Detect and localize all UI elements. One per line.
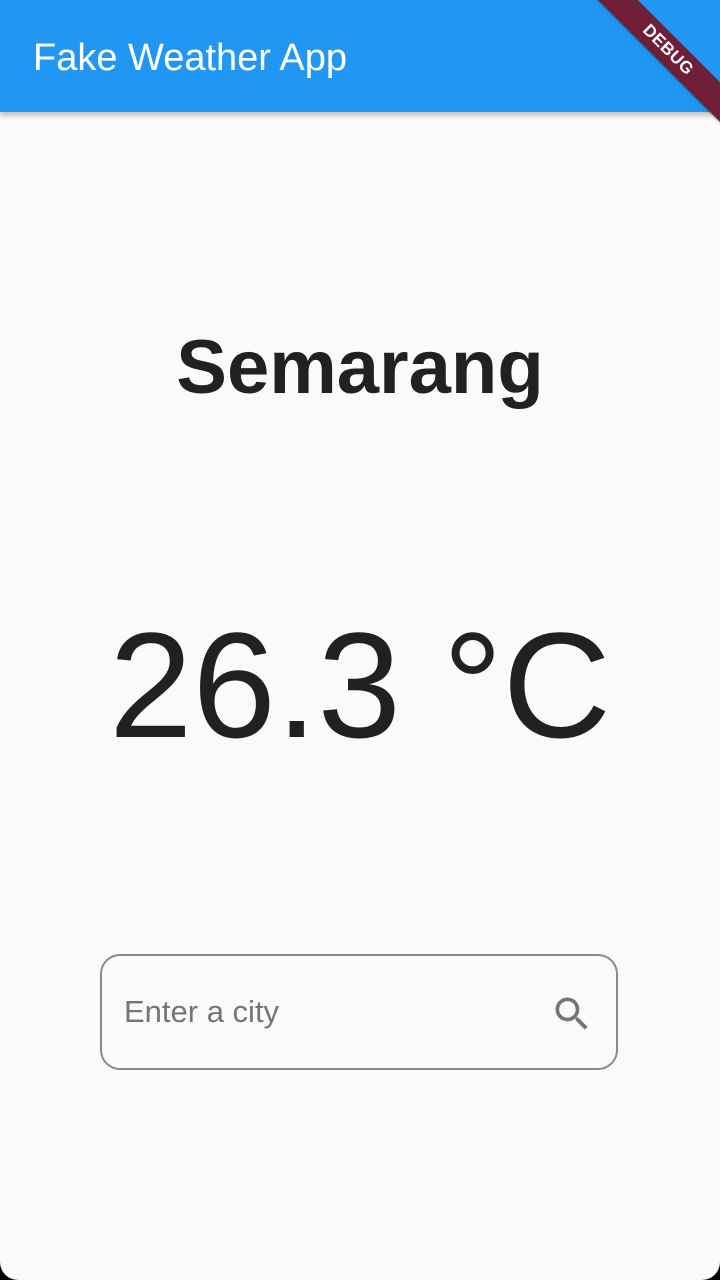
- temperature-readout: 26.3 °C: [109, 601, 611, 769]
- debug-banner-label: DEBUG: [639, 20, 698, 79]
- city-name: Semarang: [176, 325, 544, 410]
- debug-banner: DEBUG: [570, 0, 720, 150]
- app-screen: Fake Weather App DEBUG Semarang 26.3 °C: [0, 0, 720, 1280]
- search-icon[interactable]: [550, 992, 594, 1036]
- app-title: Fake Weather App: [33, 37, 348, 79]
- city-search-field[interactable]: [100, 954, 618, 1070]
- debug-banner-band: DEBUG: [580, 0, 720, 138]
- city-search-input[interactable]: [124, 984, 524, 1040]
